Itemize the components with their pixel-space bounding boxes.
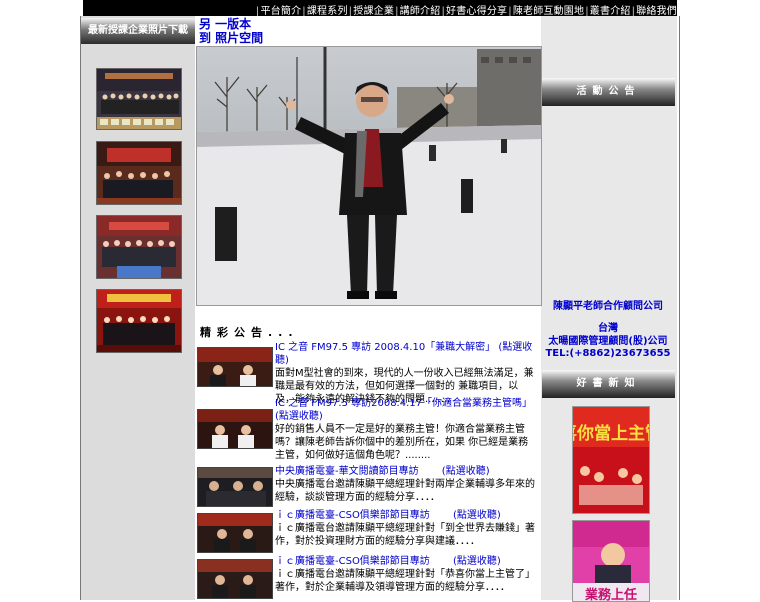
news-summary: 中央廣播電台邀請陳顯平總經理針對兩岸企業輔導多年來的經驗，談談管理方面的經驗分享… bbox=[275, 479, 535, 503]
news-headline-link[interactable]: ｉｃ廣播電臺-CSO俱樂部節目專訪 (點選收聽) bbox=[275, 555, 538, 568]
news-thumbnail[interactable] bbox=[197, 559, 273, 599]
news-summary: ｉｃ廣播電台邀請陳顯平總經理針對「到全世界去賺錢」著作，對於投資理財方面的經驗分… bbox=[275, 523, 535, 547]
snow-scene-image bbox=[197, 47, 541, 305]
top-navigation-bar: |平台簡介|課程系列|授課企業|講師介紹|好書心得分享|陳老師互動園地|叢書介紹… bbox=[83, 0, 677, 17]
top-navigation: |平台簡介|課程系列|授課企業|講師介紹|好書心得分享|陳老師互動園地|叢書介紹… bbox=[255, 2, 677, 17]
news-thumbnail[interactable] bbox=[197, 467, 273, 507]
news-summary: ｉｃ廣播電台邀請陳顯平總經理針對「恭喜你當上主管了」著作，對於企業輔導及領導管理… bbox=[275, 569, 535, 593]
news-item: IC 之音 FM97.5 專訪2008.4.17「你適合當業務主管嗎」 (點選收… bbox=[197, 397, 538, 461]
news-item: 中央廣播電臺-華文閱讀節目專訪 (點選收聽) 中央廣播電台邀請陳顯平總經理針對兩… bbox=[197, 465, 538, 507]
featured-photo bbox=[196, 46, 542, 306]
news-section-title: 精彩公告... bbox=[200, 326, 299, 339]
news-thumbnail[interactable] bbox=[197, 347, 273, 387]
news-text: ｉｃ廣播電臺-CSO俱樂部節目專訪 (點選收聽) ｉｃ廣播電台邀請陳顯平總經理針… bbox=[275, 509, 538, 548]
news-item: IC 之音 FM97.5 專訪 2008.4.10「兼職大解密」 (點選收聽) … bbox=[197, 341, 538, 405]
news-item: ｉｃ廣播電臺-CSO俱樂部節目專訪 (點選收聽) ｉｃ廣播電台邀請陳顯平總經理針… bbox=[197, 509, 538, 553]
news-summary: 好的銷售人員不一定是好的業務主管！你適合當業務主管嗎？讓陳老師告訴你個中的差別所… bbox=[275, 424, 529, 461]
news-headline-link[interactable]: IC 之音 FM97.5 專訪 2008.4.10「兼職大解密」 (點選收聽) bbox=[275, 341, 538, 367]
news-text: 中央廣播電臺-華文閱讀節目專訪 (點選收聽) 中央廣播電台邀請陳顯平總經理針對兩… bbox=[275, 465, 538, 504]
news-headline-link[interactable]: 中央廣播電臺-華文閱讀節目專訪 (點選收聽) bbox=[275, 465, 538, 478]
alt-version-text[interactable]: 另 一版本 bbox=[199, 17, 263, 31]
news-thumbnail[interactable] bbox=[197, 409, 273, 449]
news-headline-link[interactable]: IC 之音 FM97.5 專訪2008.4.17「你適合當業務主管嗎」 (點選收… bbox=[275, 397, 538, 423]
news-item: ｉｃ廣播電臺-CSO俱樂部節目專訪 (點選收聽) ｉｃ廣播電台邀請陳顯平總經理針… bbox=[197, 555, 538, 600]
news-text: IC 之音 FM97.5 專訪2008.4.17「你適合當業務主管嗎」 (點選收… bbox=[275, 397, 538, 462]
photo-space-link[interactable]: 另 一版本 到 照片空間 bbox=[199, 17, 263, 45]
news-text: ｉｃ廣播電臺-CSO俱樂部節目專訪 (點選收聽) ｉｃ廣播電台邀請陳顯平總經理針… bbox=[275, 555, 538, 594]
news-headline-link[interactable]: ｉｃ廣播電臺-CSO俱樂部節目專訪 (點選收聽) bbox=[275, 509, 538, 522]
photo-space-text[interactable]: 到 照片空間 bbox=[199, 31, 263, 45]
news-thumbnail[interactable] bbox=[197, 513, 273, 553]
